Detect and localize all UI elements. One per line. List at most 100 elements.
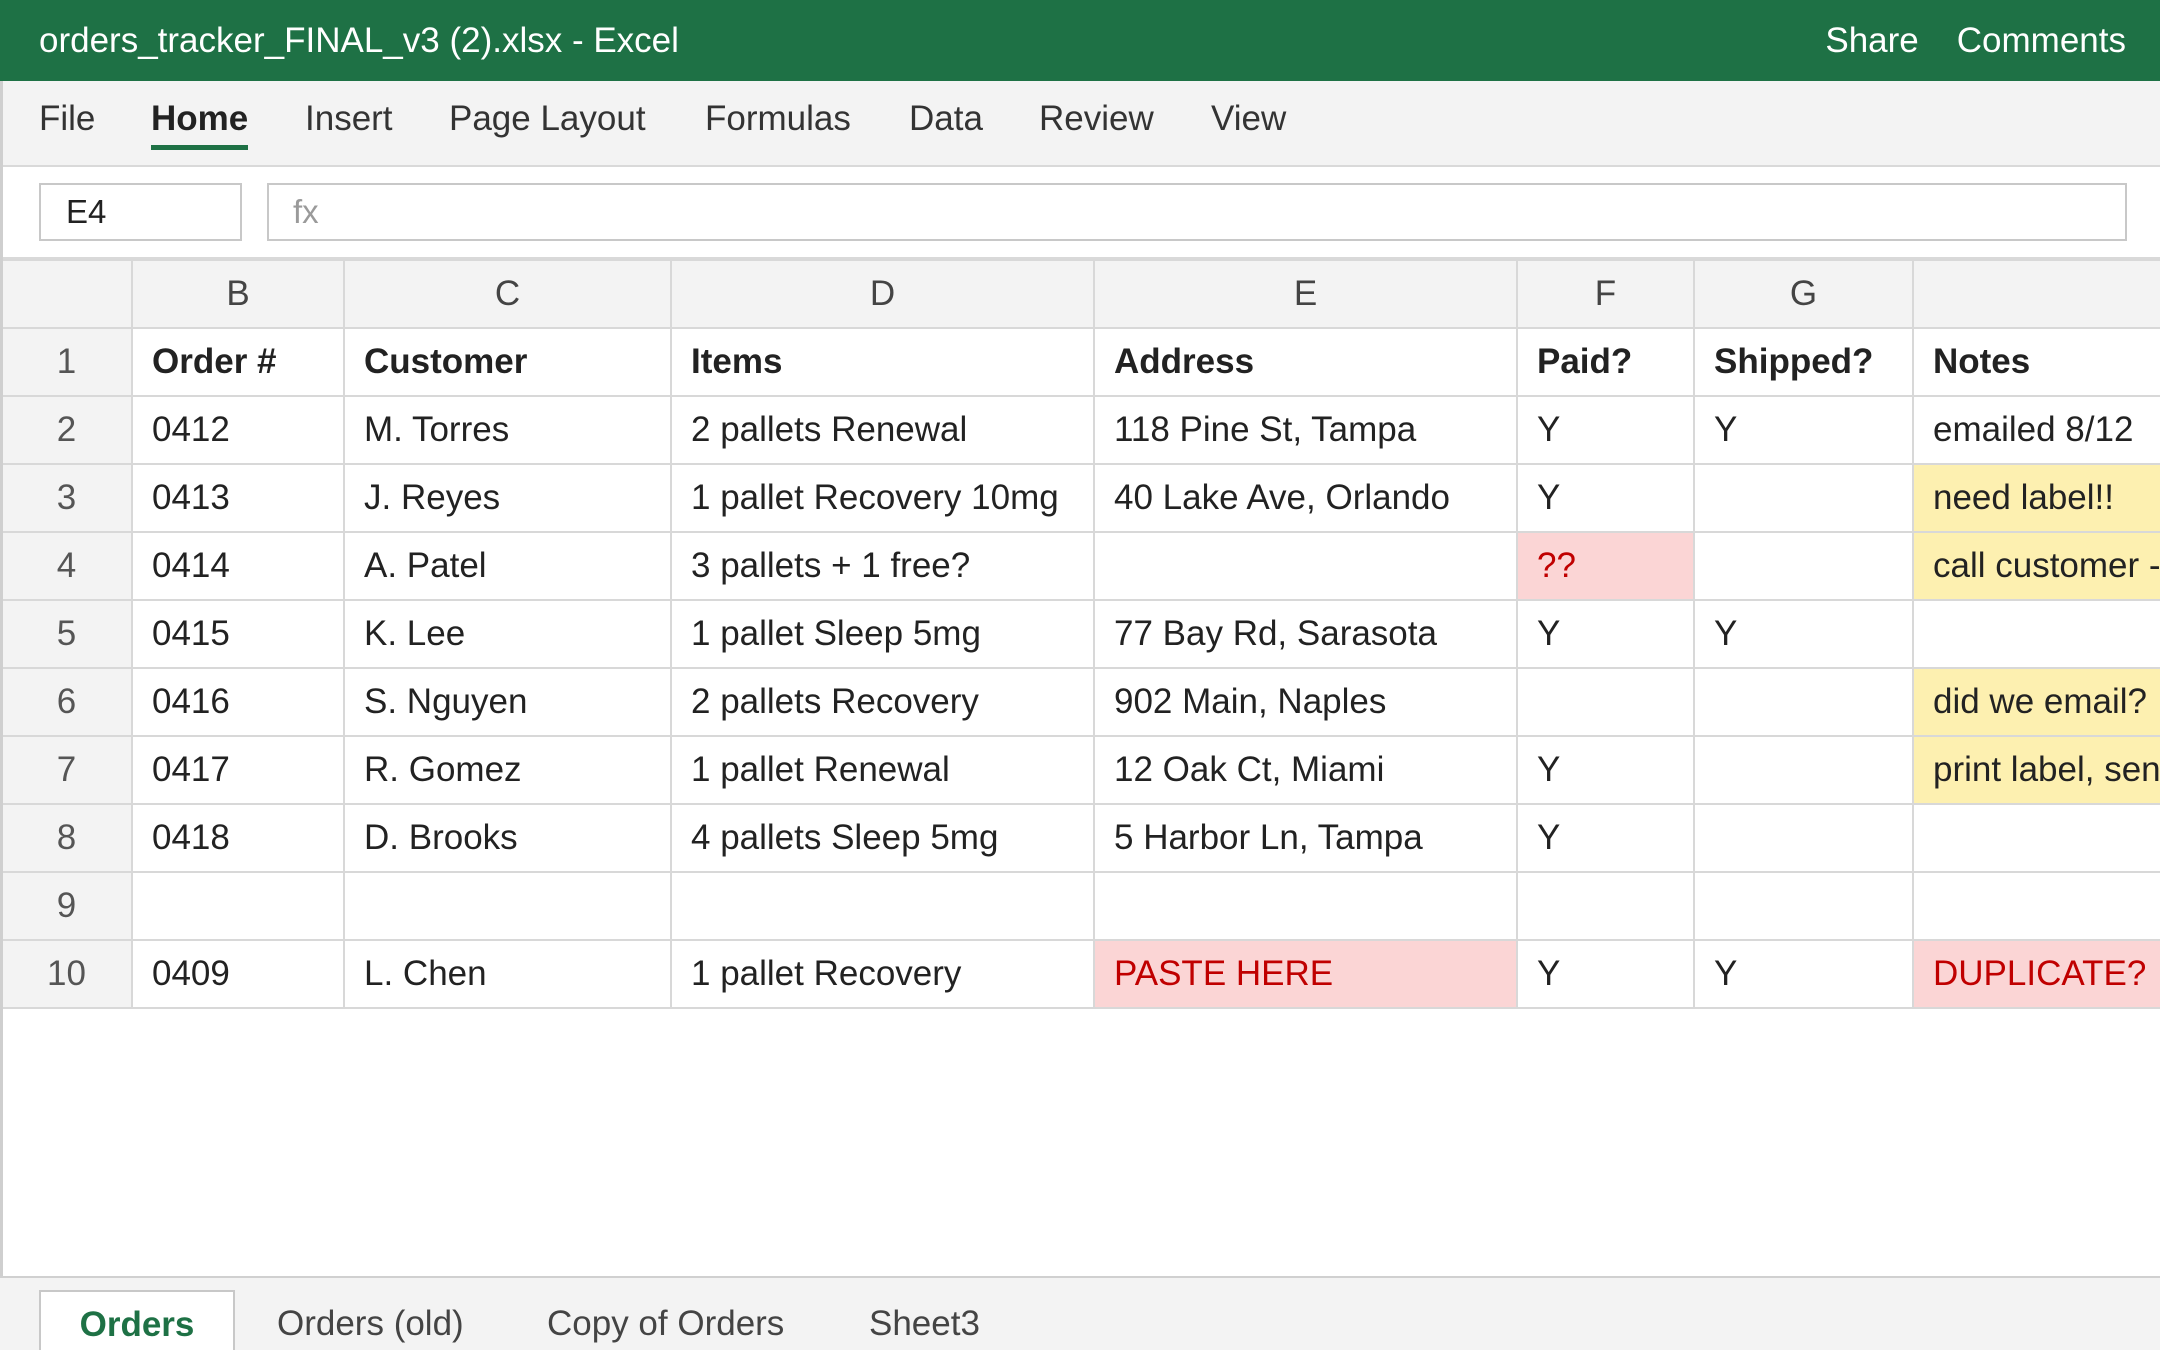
- cell[interactable]: [343, 871, 672, 941]
- cell[interactable]: 2 pallets Renewal: [670, 395, 1095, 465]
- cell[interactable]: emailed 8/12: [1912, 395, 2160, 465]
- cell[interactable]: 2 pallets Recovery: [670, 667, 1095, 737]
- cell[interactable]: Shipped?: [1693, 327, 1914, 397]
- cell[interactable]: Items: [670, 327, 1095, 397]
- cell[interactable]: Y: [1693, 395, 1914, 465]
- cell[interactable]: Y: [1516, 395, 1695, 465]
- cell[interactable]: [1516, 871, 1695, 941]
- cell[interactable]: [1912, 871, 2160, 941]
- column-header-b[interactable]: B: [131, 259, 345, 329]
- cell[interactable]: L. Chen: [343, 939, 672, 1009]
- column-header-h[interactable]: [1912, 259, 2160, 329]
- cell[interactable]: 1 pallet Sleep 5mg: [670, 599, 1095, 669]
- cell[interactable]: Y: [1516, 735, 1695, 805]
- cell[interactable]: M. Torres: [343, 395, 672, 465]
- cell[interactable]: Y: [1516, 599, 1695, 669]
- cell[interactable]: 0415: [131, 599, 345, 669]
- row-header[interactable]: 3: [0, 463, 133, 533]
- cell[interactable]: 0416: [131, 667, 345, 737]
- cell-selected-e4[interactable]: [1093, 531, 1518, 601]
- sheet-tab-orders[interactable]: Orders: [39, 1290, 235, 1350]
- column-header-d[interactable]: D: [670, 259, 1095, 329]
- tab-page-layout[interactable]: Page Layout: [449, 99, 646, 145]
- cell[interactable]: [1693, 531, 1914, 601]
- tab-view[interactable]: View: [1211, 99, 1286, 145]
- cell[interactable]: 0413: [131, 463, 345, 533]
- cell[interactable]: 902 Main, Naples: [1093, 667, 1518, 737]
- name-box[interactable]: E4: [39, 183, 242, 241]
- cell[interactable]: S. Nguyen: [343, 667, 672, 737]
- cell[interactable]: Address: [1093, 327, 1518, 397]
- cell[interactable]: Y: [1516, 463, 1695, 533]
- tab-insert[interactable]: Insert: [305, 99, 393, 145]
- cell-notes-highlight[interactable]: need label!!: [1912, 463, 2160, 533]
- row-header[interactable]: 2: [0, 395, 133, 465]
- cell[interactable]: [1093, 871, 1518, 941]
- row-header[interactable]: 10: [0, 939, 133, 1009]
- column-header-e[interactable]: E: [1093, 259, 1518, 329]
- cell[interactable]: [1912, 803, 2160, 873]
- cell[interactable]: 0418: [131, 803, 345, 873]
- cell[interactable]: 77 Bay Rd, Sarasota: [1093, 599, 1518, 669]
- cell-notes-flag[interactable]: DUPLICATE?: [1912, 939, 2160, 1009]
- cell[interactable]: 118 Pine St, Tampa: [1093, 395, 1518, 465]
- cell[interactable]: 0412: [131, 395, 345, 465]
- cell[interactable]: D. Brooks: [343, 803, 672, 873]
- cell[interactable]: 4 pallets Sleep 5mg: [670, 803, 1095, 873]
- cell[interactable]: 0417: [131, 735, 345, 805]
- row-header[interactable]: 8: [0, 803, 133, 873]
- cell[interactable]: R. Gomez: [343, 735, 672, 805]
- cell[interactable]: [1693, 871, 1914, 941]
- row-header[interactable]: 7: [0, 735, 133, 805]
- comments-button[interactable]: Comments: [1957, 21, 2126, 61]
- row-header[interactable]: 4: [0, 531, 133, 601]
- column-header-g[interactable]: G: [1693, 259, 1914, 329]
- cell-notes-highlight[interactable]: did we email?: [1912, 667, 2160, 737]
- column-header-c[interactable]: C: [343, 259, 672, 329]
- cell[interactable]: Order #: [131, 327, 345, 397]
- cell[interactable]: [1693, 463, 1914, 533]
- cell[interactable]: K. Lee: [343, 599, 672, 669]
- tab-data[interactable]: Data: [909, 99, 983, 145]
- cell[interactable]: J. Reyes: [343, 463, 672, 533]
- cell[interactable]: 1 pallet Recovery 10mg: [670, 463, 1095, 533]
- row-header[interactable]: 1: [0, 327, 133, 397]
- cell-notes-highlight[interactable]: print label, send: [1912, 735, 2160, 805]
- cell[interactable]: 12 Oak Ct, Miami: [1093, 735, 1518, 805]
- cell[interactable]: [1693, 803, 1914, 873]
- cell[interactable]: Y: [1693, 939, 1914, 1009]
- cell[interactable]: [1693, 735, 1914, 805]
- tab-file[interactable]: File: [39, 99, 95, 145]
- cell[interactable]: [1912, 599, 2160, 669]
- cell[interactable]: [131, 871, 345, 941]
- cell[interactable]: Y: [1516, 939, 1695, 1009]
- cell[interactable]: [1516, 667, 1695, 737]
- cell[interactable]: Y: [1516, 803, 1695, 873]
- tab-home[interactable]: Home: [151, 99, 249, 150]
- column-header-f[interactable]: F: [1516, 259, 1695, 329]
- cell[interactable]: [670, 871, 1095, 941]
- formula-input[interactable]: fx: [267, 183, 2127, 241]
- cell[interactable]: Customer: [343, 327, 672, 397]
- sheet-tab-sheet3[interactable]: Sheet3: [869, 1278, 980, 1350]
- cell[interactable]: 40 Lake Ave, Orlando: [1093, 463, 1518, 533]
- cell[interactable]: Y: [1693, 599, 1914, 669]
- row-header[interactable]: 6: [0, 667, 133, 737]
- cell[interactable]: 1 pallet Recovery: [670, 939, 1095, 1009]
- tab-review[interactable]: Review: [1039, 99, 1154, 145]
- share-button[interactable]: Share: [1825, 21, 1918, 61]
- cell[interactable]: [1693, 667, 1914, 737]
- cell-notes-highlight[interactable]: call customer -: [1912, 531, 2160, 601]
- cell[interactable]: 0409: [131, 939, 345, 1009]
- cell-address-flag[interactable]: PASTE HERE: [1093, 939, 1518, 1009]
- cell[interactable]: 3 pallets + 1 free?: [670, 531, 1095, 601]
- cell[interactable]: 1 pallet Renewal: [670, 735, 1095, 805]
- select-all-corner[interactable]: [0, 259, 133, 329]
- cell[interactable]: A. Patel: [343, 531, 672, 601]
- cell-paid-flag[interactable]: ??: [1516, 531, 1695, 601]
- sheet-tab-orders-old[interactable]: Orders (old): [277, 1278, 464, 1350]
- tab-formulas[interactable]: Formulas: [705, 99, 851, 145]
- row-header[interactable]: 5: [0, 599, 133, 669]
- row-header[interactable]: 9: [0, 871, 133, 941]
- cell[interactable]: Paid?: [1516, 327, 1695, 397]
